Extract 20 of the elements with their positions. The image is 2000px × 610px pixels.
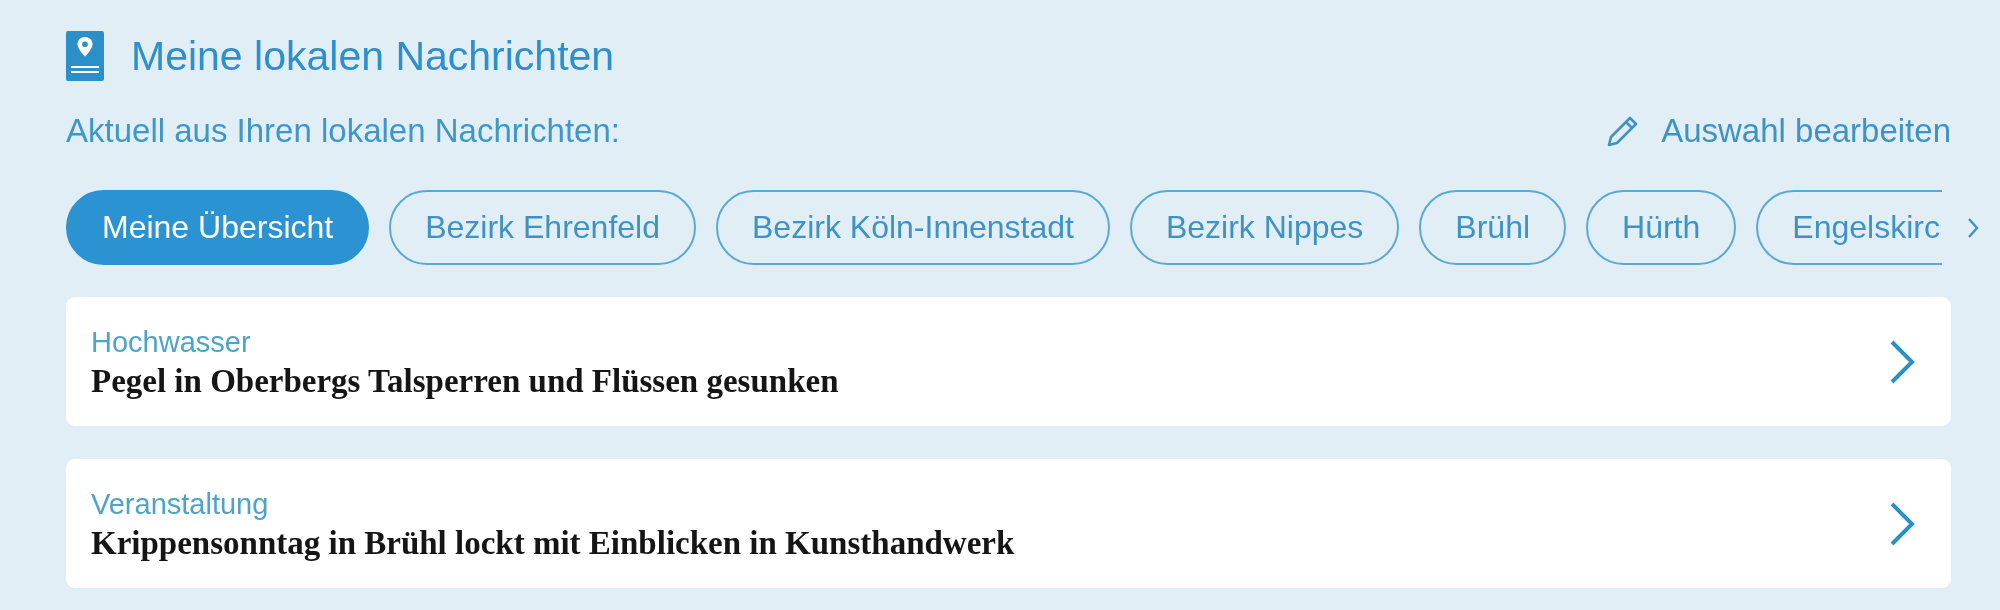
location-tab[interactable]: Bezirk Köln-Innenstadt — [716, 190, 1110, 265]
location-card-icon — [66, 31, 104, 81]
article-category: Hochwasser — [91, 324, 252, 360]
article-headline: Krippensonntag in Brühl lockt mit Einblicken in Kunsthandwerk — [91, 523, 1015, 562]
section-subtitle: Aktuell aus Ihren lokalen Nachrichten: — [66, 111, 620, 151]
location-tab[interactable]: Engelskirc — [1756, 190, 1942, 265]
article-card[interactable]: Veranstaltung Krippensonntag in Brühl lockt mit Einblicken in Kunsthandwerk — [66, 459, 1951, 588]
location-tab[interactable]: Hürth — [1586, 190, 1737, 265]
article-category: Veranstaltung — [91, 486, 270, 522]
section-title: Meine lokalen Nachrichten — [131, 32, 615, 81]
chevron-right-icon — [1889, 338, 1915, 385]
location-tab[interactable]: Meine Übersicht — [66, 190, 370, 265]
location-tab[interactable]: Brühl — [1419, 190, 1567, 265]
location-tab[interactable]: Bezirk Ehrenfeld — [389, 190, 696, 265]
article-headline: Pegel in Oberbergs Talsperren und Flüssen gesunken — [91, 361, 839, 400]
edit-selection-link[interactable]: Auswahl bearbeiten — [1605, 111, 1951, 151]
article-card[interactable]: Hochwasser Pegel in Oberbergs Talsperren und Flüssen gesunken — [66, 297, 1951, 426]
location-tab[interactable]: Bezirk Nippes — [1129, 190, 1400, 265]
chevron-right-icon[interactable] — [1967, 217, 1979, 239]
chevron-right-icon — [1889, 500, 1915, 547]
